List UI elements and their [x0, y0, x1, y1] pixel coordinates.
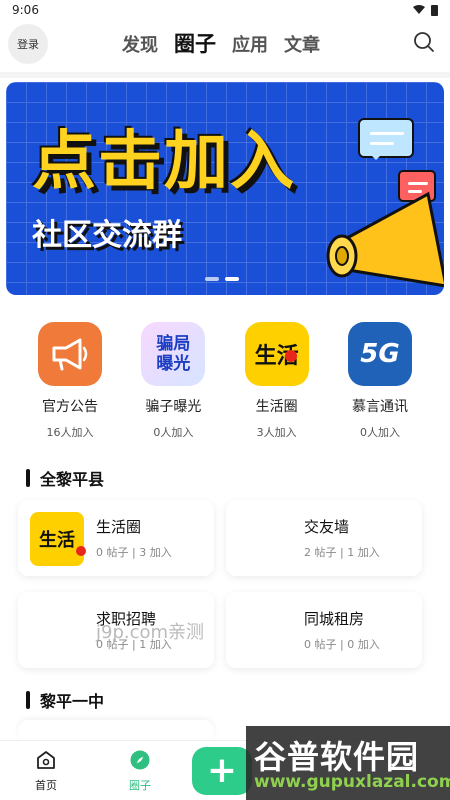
tab-discover[interactable]: 发现	[122, 31, 158, 57]
circle-life[interactable]: 生活 生活圈 3人加入	[227, 322, 327, 440]
section-bar	[26, 469, 30, 487]
circle-count: 0人加入	[153, 426, 194, 439]
promo-banner[interactable]: 点击加入 社区交流群	[6, 82, 444, 295]
nav-circles-label: 圈子	[129, 779, 151, 792]
circle-name: 官方公告	[42, 399, 98, 415]
tab-circles[interactable]: 圈子	[174, 28, 216, 58]
circle-card[interactable]: 交友墙 2 帖子 | 1 加入	[226, 500, 422, 576]
circle-muyan-telecom[interactable]: 5G 慕言通讯 0人加入	[330, 322, 430, 440]
life-circle-icon: 生活	[244, 322, 309, 386]
watermark-text: j9p.com亲测	[96, 622, 205, 643]
card-name: 同城租房	[304, 610, 365, 628]
login-button[interactable]: 登录	[8, 24, 48, 64]
card-meta: 0 帖子 | 3 加入	[96, 546, 172, 559]
circle-official-announcement[interactable]: 官方公告 16人加入	[20, 322, 120, 440]
card-meta: 0 帖子 | 0 加入	[304, 638, 380, 651]
tab-apps[interactable]: 应用	[232, 31, 268, 57]
compass-icon	[130, 750, 150, 770]
tab-articles[interactable]: 文章	[284, 31, 320, 57]
section-title: 黎平一中	[26, 688, 104, 712]
scam-exposure-icon: 骗局曝光	[141, 322, 206, 386]
watermark-url: www.gupuxlazal.com	[254, 772, 450, 792]
banner-title: 点击加入	[32, 125, 296, 199]
nav-circles[interactable]: 圈子	[110, 749, 170, 793]
wifi-icon	[413, 5, 425, 14]
card-meta: 2 帖子 | 1 加入	[304, 546, 380, 559]
top-bar: 登录 发现 圈子 应用 文章	[0, 20, 450, 70]
megaphone-icon	[38, 322, 102, 386]
section-title: 全黎平县	[26, 466, 104, 490]
add-button[interactable]: +	[192, 747, 252, 795]
battery-icon	[431, 4, 438, 16]
nav-home-label: 首页	[35, 779, 57, 792]
circle-count: 3人加入	[256, 426, 297, 439]
5g-icon: 5G	[347, 322, 412, 386]
circle-card[interactable]: 生活 生活圈 0 帖子 | 3 加入	[18, 500, 214, 576]
circle-name: 慕言通讯	[351, 399, 408, 415]
circle-name: 骗子曝光	[145, 399, 202, 415]
header-divider	[0, 72, 450, 78]
brand-watermark: 谷普软件园 www.gupuxlazal.com	[246, 726, 450, 800]
nav-home[interactable]: 首页	[16, 749, 76, 793]
circle-count: 0人加入	[359, 426, 400, 439]
circle-count: 16人加入	[46, 426, 94, 439]
status-bar: 9:06	[0, 0, 450, 20]
search-icon[interactable]	[412, 30, 436, 54]
banner-dot[interactable]	[205, 277, 219, 281]
card-name: 生活圈	[96, 518, 142, 536]
circle-scam-exposure[interactable]: 骗局曝光 骗子曝光 0人加入	[123, 322, 223, 440]
circle-shortcuts: 官方公告 16人加入 骗局曝光 骗子曝光 0人加入 生活 生活圈 3人加入 5G…	[0, 322, 450, 440]
banner-dot-active[interactable]	[225, 277, 239, 281]
circle-name: 生活圈	[255, 399, 298, 415]
life-circle-icon: 生活	[30, 512, 86, 566]
card-name: 交友墙	[304, 518, 350, 536]
home-icon	[37, 751, 55, 769]
banner-pagination	[205, 277, 239, 281]
megaphone-icon	[326, 191, 444, 288]
status-icons	[413, 4, 438, 16]
status-time: 9:06	[12, 3, 39, 17]
section-bar	[26, 691, 30, 709]
top-tabs: 发现 圈子 应用 文章	[122, 28, 320, 58]
circle-card[interactable]: 同城租房 0 帖子 | 0 加入	[226, 592, 422, 668]
banner-subtitle: 社区交流群	[32, 218, 182, 253]
chat-bubble-blue-icon	[358, 118, 414, 160]
